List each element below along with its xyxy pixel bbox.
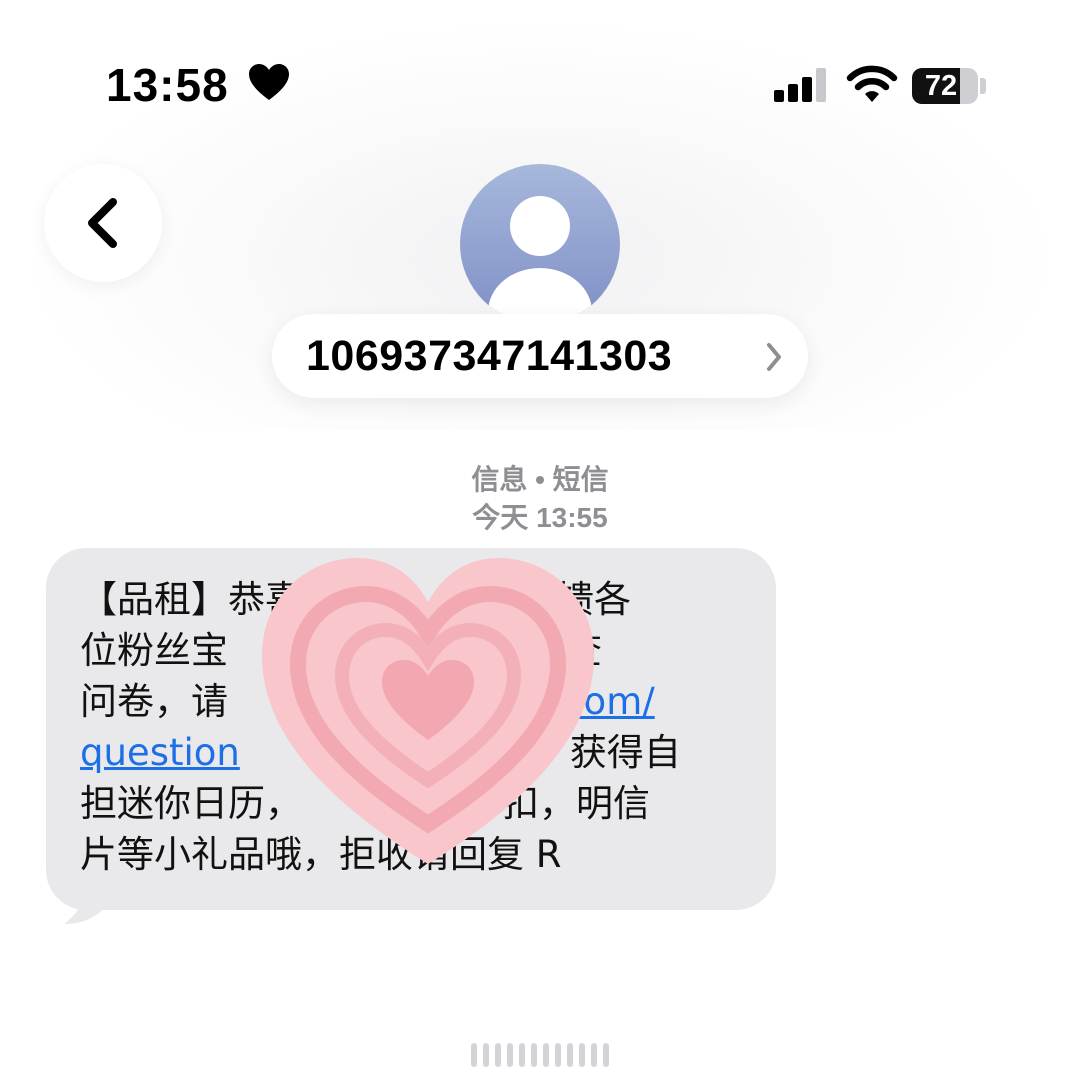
person-silhouette: [488, 196, 592, 324]
heart-icon: [249, 64, 289, 100]
status-time: 13:58: [106, 59, 229, 111]
status-bar: 13:58 72: [0, 0, 1080, 130]
contact-name-button[interactable]: 106937347141303: [272, 314, 808, 398]
bubble-tail: [64, 880, 106, 924]
contact-number: 106937347141303: [306, 332, 673, 380]
contact-avatar-icon[interactable]: [460, 164, 620, 324]
home-indicator: [378, 1040, 702, 1070]
wifi-icon: [846, 65, 898, 102]
battery-cap: [980, 78, 986, 94]
heart-sticker: [262, 558, 594, 864]
back-chevron-icon: [88, 198, 117, 248]
message-link[interactable]: question: [80, 731, 240, 774]
battery-percent: 72: [924, 70, 958, 102]
chevron-right-icon: [767, 343, 781, 371]
battery-icon: 72: [912, 68, 978, 104]
signal-icon: [774, 68, 828, 102]
service-label: 信息 • 短信: [471, 464, 609, 495]
message-timestamp: 今天 13:55: [472, 502, 608, 533]
back-button[interactable]: [44, 164, 162, 282]
